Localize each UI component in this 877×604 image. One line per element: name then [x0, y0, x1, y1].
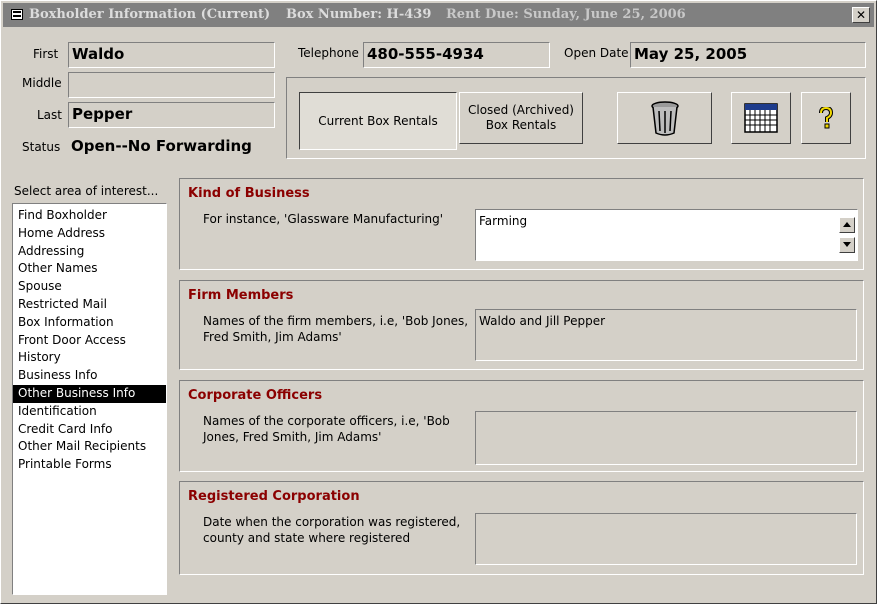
closed-box-rentals-button[interactable]: Closed (Archived) Box Rentals — [459, 92, 583, 144]
telephone-label: Telephone — [298, 46, 359, 60]
corporate-officers-input[interactable] — [475, 411, 857, 465]
triangle-up-icon — [843, 222, 851, 227]
close-button[interactable]: ✕ — [852, 7, 870, 23]
calendar-button[interactable] — [731, 92, 791, 144]
kind-of-business-description: For instance, 'Glassware Manufacturing' — [203, 212, 444, 226]
rent-due: Rent Due: Sunday, June 25, 2006 — [446, 7, 686, 22]
kind-of-business-input[interactable]: Farming — [475, 209, 858, 261]
list-item[interactable]: Identification — [13, 403, 166, 421]
kind-of-business-panel: Kind of Business For instance, 'Glasswar… — [179, 178, 864, 270]
list-item[interactable]: Other Names — [13, 260, 166, 278]
middle-name-field[interactable] — [68, 72, 275, 98]
close-icon: ✕ — [855, 8, 867, 22]
corporate-officers-panel: Corporate Officers Names of the corporat… — [179, 380, 864, 472]
area-of-interest-list[interactable]: Find Boxholder Home Address Addressing O… — [12, 203, 167, 595]
open-date-label: Open Date — [564, 46, 629, 60]
list-item[interactable]: Other Mail Recipients — [13, 438, 166, 456]
last-name-label: Last — [37, 108, 62, 122]
list-item-selected[interactable]: Other Business Info — [13, 384, 166, 403]
help-button[interactable] — [801, 92, 851, 144]
firm-members-panel: Firm Members Names of the firm members, … — [179, 280, 864, 370]
list-item[interactable]: Spouse — [13, 278, 166, 296]
kind-of-business-title: Kind of Business — [188, 186, 310, 201]
status-value: Open--No Forwarding — [71, 137, 252, 155]
window-title: Boxholder Information (Current) — [29, 7, 271, 22]
first-name-label: First — [33, 47, 59, 61]
list-item[interactable]: Find Boxholder — [13, 207, 166, 225]
registered-corporation-title: Registered Corporation — [188, 489, 360, 504]
list-item[interactable]: Printable Forms — [13, 456, 166, 474]
current-box-rentals-button[interactable]: Current Box Rentals — [299, 92, 457, 150]
corporate-officers-description: Names of the corporate officers, i.e, 'B… — [203, 414, 450, 444]
corporate-officers-title: Corporate Officers — [188, 388, 323, 403]
boxholder-window: Boxholder Information (Current) Box Numb… — [0, 0, 877, 604]
last-name-field[interactable]: Pepper — [68, 102, 275, 128]
list-item[interactable]: Business Info — [13, 367, 166, 385]
firm-members-input[interactable]: Waldo and Jill Pepper — [475, 309, 857, 361]
registered-corporation-description: Date when the corporation was registered… — [203, 515, 461, 545]
calendar-icon — [744, 103, 778, 133]
delete-button[interactable] — [617, 92, 712, 144]
list-item[interactable]: Restricted Mail — [13, 296, 166, 314]
nav-heading: Select area of interest... — [14, 184, 159, 198]
question-mark-icon — [818, 107, 834, 129]
form-icon — [11, 9, 23, 20]
firm-members-title: Firm Members — [188, 288, 294, 303]
trash-can-icon — [650, 100, 680, 136]
list-item[interactable]: Front Door Access — [13, 332, 166, 350]
scrollbar[interactable] — [839, 212, 855, 258]
list-item[interactable]: History — [13, 349, 166, 367]
triangle-down-icon — [843, 242, 851, 247]
kind-of-business-value: Farming — [479, 214, 528, 228]
telephone-field[interactable]: 480-555-4934 — [363, 42, 550, 68]
open-date-field[interactable]: May 25, 2005 — [630, 42, 866, 68]
list-item[interactable]: Box Information — [13, 314, 166, 332]
first-name-field[interactable]: Waldo — [68, 42, 275, 68]
list-item[interactable]: Home Address — [13, 225, 166, 243]
status-label: Status — [22, 140, 61, 154]
scroll-up-button[interactable] — [839, 217, 855, 233]
middle-name-label: Middle — [22, 76, 62, 90]
title-bar[interactable]: Boxholder Information (Current) Box Numb… — [3, 3, 874, 27]
registered-corporation-panel: Registered Corporation Date when the cor… — [179, 481, 864, 575]
scroll-down-button[interactable] — [839, 237, 855, 253]
registered-corporation-input[interactable] — [475, 513, 857, 565]
list-item[interactable]: Addressing — [13, 243, 166, 261]
list-item[interactable]: Credit Card Info — [13, 421, 166, 439]
box-number: Box Number: H-439 — [286, 7, 432, 22]
firm-members-description: Names of the firm members, i.e, 'Bob Jon… — [203, 314, 469, 344]
